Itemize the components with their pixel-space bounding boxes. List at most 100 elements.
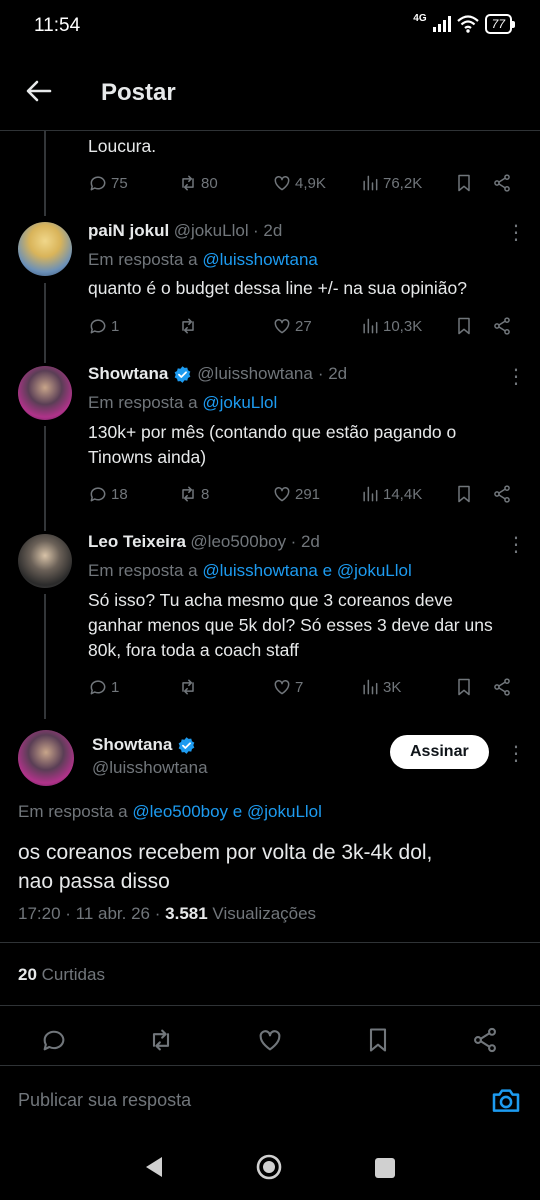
user-handle: @jokuLlol [173, 221, 249, 240]
bookmark-icon[interactable] [454, 316, 474, 336]
reply-button[interactable]: 75 [88, 173, 128, 193]
top-bar: Postar [0, 56, 540, 131]
verified-badge-icon [174, 365, 191, 383]
reply-button[interactable]: 1 [88, 316, 119, 336]
thread-line [44, 131, 46, 216]
mention-link[interactable]: @luisshowtana [202, 561, 318, 580]
heart-icon [274, 318, 290, 334]
retweet-icon [182, 679, 194, 695]
tweet-actions: 1 7 3K [88, 674, 518, 700]
share-icon[interactable] [492, 677, 512, 697]
like-button[interactable]: 7 [272, 677, 303, 697]
mention-link[interactable]: @jokuLlol [337, 561, 412, 580]
reply-icon [90, 319, 106, 334]
tweet-text-line: Só isso? Tu acha mesmo que 3 coreanos de… [88, 590, 453, 610]
avatar[interactable] [18, 366, 72, 420]
retweet-count: 8 [201, 485, 210, 503]
views-count: 3.581 [165, 904, 208, 923]
status-bar: 11:54 4G 77 [0, 0, 540, 56]
camera-icon[interactable] [490, 1084, 522, 1116]
tweet-time: · 2d [253, 221, 283, 240]
more-options-icon[interactable]: ⋮ [506, 220, 526, 245]
retweet-icon[interactable] [147, 1026, 175, 1054]
tweet-text: quanto é o budget dessa line +/- na sua … [88, 278, 467, 298]
battery-icon: 77 [484, 14, 516, 34]
avatar[interactable] [18, 222, 72, 276]
avatar[interactable] [18, 730, 74, 786]
like-button[interactable]: 291 [272, 484, 320, 504]
tweet-text-line: ganhar menos que 5k dol? Só esses 3 deve… [88, 615, 493, 635]
page-title: Postar [101, 79, 176, 106]
reply-input[interactable]: Publicar sua resposta [18, 1090, 191, 1111]
tweet-text-line: os coreanos recebem por volta de 3k-4k d… [18, 841, 433, 864]
display-name[interactable]: paiN jokul [88, 221, 169, 240]
bookmark-icon[interactable] [454, 484, 474, 504]
display-name[interactable]: Showtana [88, 364, 168, 384]
home-nav-icon[interactable] [255, 1153, 283, 1181]
signal-icon [432, 16, 451, 32]
thread-line [44, 594, 46, 719]
views-button[interactable]: 14,4K [360, 484, 422, 504]
views-label: Visualizações [212, 904, 317, 923]
verified-badge-icon [178, 736, 195, 754]
mention-link[interactable]: @jokuLlol [202, 393, 277, 412]
retweet-icon [182, 486, 194, 502]
views-button[interactable]: 10,3K [360, 316, 422, 336]
like-button[interactable]: 4,9K [272, 173, 326, 193]
share-icon[interactable] [492, 316, 512, 336]
mention-and: e [322, 561, 333, 580]
tweet-text: 130k+ por mês (contando que estão pagand… [88, 420, 456, 470]
views-icon [363, 175, 378, 191]
follow-button[interactable]: Assinar [390, 735, 489, 769]
heart-icon [274, 679, 290, 695]
tweet-time: · 2d [290, 532, 320, 551]
reply-prefix: Em resposta a [88, 561, 198, 580]
more-options-icon[interactable]: ⋮ [506, 532, 526, 557]
bookmark-icon[interactable] [454, 677, 474, 697]
back-arrow-icon[interactable] [24, 76, 54, 106]
reply-icon[interactable] [40, 1026, 68, 1054]
tweet-text-line: Tinowns ainda) [88, 447, 207, 467]
display-name[interactable]: Leo Teixeira [88, 532, 186, 551]
back-nav-icon[interactable] [143, 1155, 165, 1179]
reply-button[interactable]: 1 [88, 677, 119, 697]
mention-link[interactable]: @luisshowtana [202, 250, 318, 269]
thread-line [44, 426, 46, 531]
bookmark-icon[interactable] [364, 1026, 392, 1054]
avatar[interactable] [18, 534, 72, 588]
likes-summary[interactable]: 20 Curtidas [18, 965, 105, 985]
reply-prefix: Em resposta a [88, 250, 198, 269]
views-button[interactable]: 76,2K [360, 173, 422, 193]
retweet-button[interactable] [178, 316, 201, 336]
tweet-actions: 75 80 4,9K 76,2K [88, 170, 518, 196]
reply-context: Em resposta a @luisshowtana [88, 250, 318, 270]
reply-prefix: Em resposta a [88, 393, 198, 412]
tweet-text-line: 80k, fora toda a coach staff [88, 640, 299, 660]
share-icon[interactable] [492, 173, 512, 193]
share-icon[interactable] [471, 1026, 499, 1054]
likes-count: 20 [18, 965, 37, 984]
reply-button[interactable]: 18 [88, 484, 128, 504]
views-button[interactable]: 3K [360, 677, 401, 697]
user-handle: @leo500boy [190, 532, 287, 551]
tweet-timestamp: 17:20 · 11 abr. 26 · [18, 904, 161, 923]
tweet-header: Leo Teixeira @leo500boy · 2d [88, 532, 320, 552]
more-options-icon[interactable]: ⋮ [506, 364, 526, 389]
retweet-count: 80 [201, 174, 218, 192]
heart-icon[interactable] [256, 1026, 284, 1054]
retweet-button[interactable] [178, 677, 201, 697]
retweet-button[interactable]: 80 [178, 173, 218, 193]
heart-icon [274, 175, 290, 191]
recents-nav-icon[interactable] [374, 1157, 396, 1179]
display-name[interactable]: Showtana [92, 735, 172, 755]
user-handle: @luisshowtana [92, 758, 208, 777]
mention-link[interactable]: @leo500boy [132, 802, 228, 821]
like-button[interactable]: 27 [272, 316, 312, 336]
retweet-button[interactable]: 8 [178, 484, 209, 504]
mention-link[interactable]: @jokuLlol [247, 802, 322, 821]
bookmark-icon[interactable] [454, 173, 474, 193]
share-icon[interactable] [492, 484, 512, 504]
more-options-icon[interactable]: ⋮ [506, 741, 526, 766]
views-count: 76,2K [383, 174, 423, 192]
main-tweet-text: os coreanos recebem por volta de 3k-4k d… [18, 838, 432, 896]
